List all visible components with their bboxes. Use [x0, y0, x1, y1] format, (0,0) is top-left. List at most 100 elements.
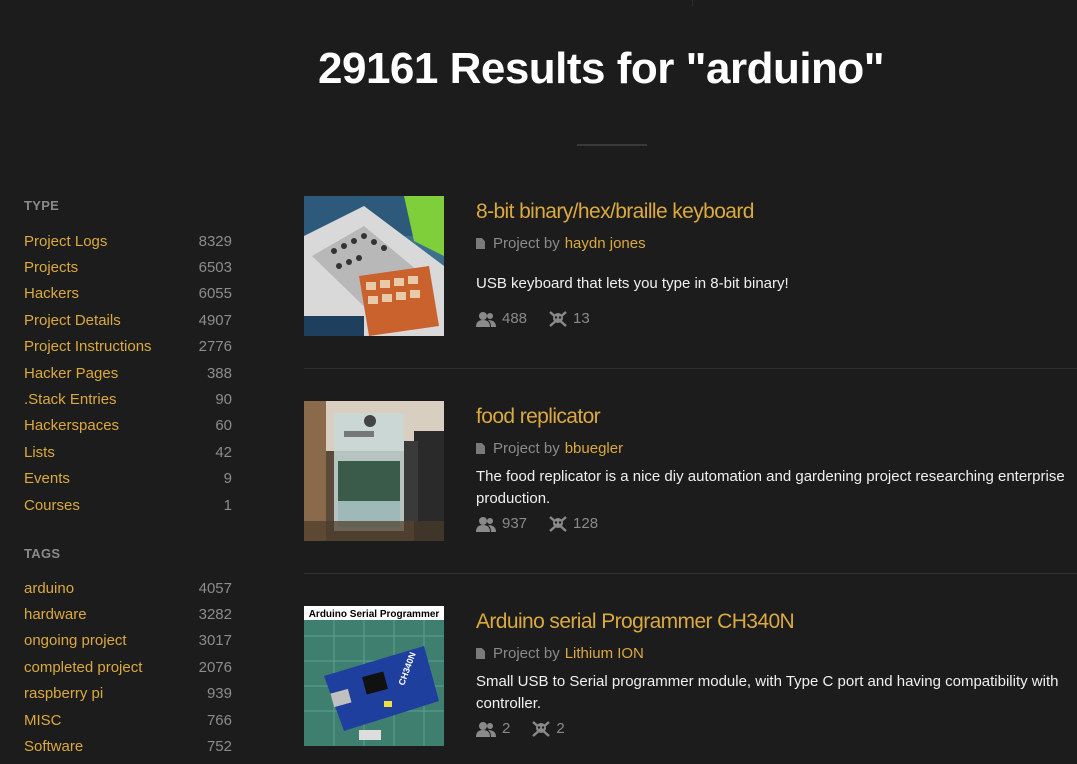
filter-item-events[interactable]: Events 9 — [24, 466, 232, 492]
followers-icon — [476, 721, 496, 737]
result-description: Small USB to Serial programmer module, w… — [476, 673, 1059, 712]
result-divider — [304, 573, 1077, 574]
skulls-stat: 13 — [549, 310, 590, 327]
tag-label: arduino — [24, 579, 75, 597]
title-divider — [577, 144, 647, 146]
result-stats: 488 13 — [476, 310, 612, 327]
result-title-link[interactable]: 8-bit binary/hex/braille keyboard — [476, 200, 754, 224]
page-title: 29161 Results for "arduino" — [318, 44, 885, 93]
filter-label: Events — [24, 470, 70, 488]
byline-prefix: Project by — [493, 440, 560, 457]
tag-label: MISC — [24, 711, 62, 729]
document-icon — [476, 648, 485, 659]
result-title-link[interactable]: Arduino serial Programmer CH340N — [476, 610, 795, 634]
filter-count: 6055 — [198, 285, 232, 303]
filter-label: Project Logs — [24, 232, 108, 250]
filter-item-hackers[interactable]: Hackers 6055 — [24, 281, 232, 307]
filter-count: 4907 — [198, 311, 232, 329]
filter-count: 42 — [215, 443, 232, 461]
followers-stat: 488 — [476, 310, 527, 327]
filter-item-courses[interactable]: Courses 1 — [24, 492, 232, 518]
skulls-stat: 2 — [532, 720, 565, 737]
tag-label: raspberry pi — [24, 685, 104, 703]
filter-count: 388 — [206, 364, 232, 382]
result-thumbnail[interactable]: Arduino Serial Programmer CH340N — [304, 606, 444, 746]
filter-count: 60 — [215, 417, 232, 435]
result-byline: Project by haydn jones — [476, 235, 646, 252]
filter-item-projects[interactable]: Projects 6503 — [24, 254, 232, 280]
document-icon — [476, 443, 485, 454]
skulls-count: 128 — [573, 515, 599, 532]
type-filter-list: Project Logs 8329 Projects 6503 Hackers 605… — [24, 228, 232, 518]
result-thumbnail[interactable] — [304, 401, 444, 541]
filter-item-project-logs[interactable]: Project Logs 8329 — [24, 228, 232, 254]
filter-count: 2776 — [198, 338, 232, 356]
followers-stat: 2 — [476, 720, 510, 737]
filter-label: Project Instructions — [24, 338, 152, 356]
tag-count: 2076 — [198, 658, 232, 676]
result-title-link[interactable]: food replicator — [476, 405, 601, 429]
tag-filter-list: arduino 4057 hardware 3282 ongoing project… — [24, 575, 232, 760]
byline-prefix: Project by — [493, 645, 560, 662]
tag-item-raspberry-pi[interactable]: raspberry pi 939 — [24, 681, 232, 707]
type-heading: TYPE — [24, 198, 60, 213]
filter-label: .Stack Entries — [24, 391, 117, 409]
skull-icon — [549, 515, 567, 532]
author-link[interactable]: bbuegler — [565, 440, 623, 457]
followers-count: 2 — [502, 720, 511, 737]
result-description: USB keyboard that lets you type in 8-bit… — [476, 275, 789, 292]
filter-count: 9 — [223, 470, 232, 488]
tag-item-software[interactable]: Software 752 — [24, 733, 232, 759]
tag-count: 3282 — [198, 606, 232, 624]
author-link[interactable]: haydn jones — [565, 235, 646, 252]
tag-item-hardware[interactable]: hardware 3282 — [24, 601, 232, 627]
keyboard-photo — [304, 196, 444, 336]
filter-item-hacker-pages[interactable]: Hacker Pages 388 — [24, 360, 232, 386]
skull-icon — [532, 720, 551, 737]
document-icon — [476, 238, 485, 249]
skulls-count: 13 — [573, 310, 590, 327]
result-card: 8-bit binary/hex/braille keyboard Projec… — [304, 196, 1077, 356]
food-replicator-photo — [304, 401, 444, 541]
tags-heading: TAGS — [24, 546, 61, 561]
tag-count: 939 — [206, 685, 232, 703]
top-divider — [692, 0, 693, 6]
result-card: food replicator Project by bbuegler The … — [304, 401, 1077, 561]
filter-item-project-instructions[interactable]: Project Instructions 2776 — [24, 334, 232, 360]
thumb-caption: Arduino Serial Programmer — [309, 609, 440, 620]
tag-label: hardware — [24, 606, 87, 624]
tag-item-arduino[interactable]: arduino 4057 — [24, 575, 232, 601]
author-link[interactable]: Lithium ION — [565, 645, 644, 662]
filter-item-stack-entries[interactable]: .Stack Entries 90 — [24, 386, 232, 412]
followers-count: 937 — [502, 515, 528, 532]
tag-item-completed-project[interactable]: completed project 2076 — [24, 654, 232, 680]
skulls-count: 2 — [556, 720, 565, 737]
filter-label: Lists — [24, 443, 55, 461]
tag-item-ongoing-project[interactable]: ongoing project 3017 — [24, 628, 232, 654]
followers-stat: 937 — [476, 515, 527, 532]
tag-label: ongoing project — [24, 632, 127, 650]
filter-item-hackerspaces[interactable]: Hackerspaces 60 — [24, 413, 232, 439]
filter-count: 1 — [223, 496, 232, 514]
result-byline: Project by bbuegler — [476, 440, 623, 457]
result-thumbnail[interactable] — [304, 196, 444, 336]
skulls-stat: 128 — [549, 515, 598, 532]
followers-icon — [476, 516, 496, 532]
result-card: Arduino Serial Programmer CH340N Arduino… — [304, 606, 1077, 764]
tag-count: 752 — [206, 738, 232, 756]
tag-item-misc[interactable]: MISC 766 — [24, 707, 232, 733]
filter-label: Hacker Pages — [24, 364, 119, 382]
tag-label: Software — [24, 738, 84, 756]
byline-prefix: Project by — [493, 235, 560, 252]
result-byline: Project by Lithium ION — [476, 645, 644, 662]
tag-count: 766 — [206, 711, 232, 729]
filter-count: 8329 — [198, 232, 232, 250]
filter-count: 6503 — [198, 259, 232, 277]
filter-label: Hackerspaces — [24, 417, 120, 435]
filter-item-lists[interactable]: Lists 42 — [24, 439, 232, 465]
tag-label: completed project — [24, 658, 143, 676]
filter-label: Project Details — [24, 311, 121, 329]
filter-count: 90 — [215, 391, 232, 409]
followers-count: 488 — [502, 310, 528, 327]
filter-item-project-details[interactable]: Project Details 4907 — [24, 307, 232, 333]
